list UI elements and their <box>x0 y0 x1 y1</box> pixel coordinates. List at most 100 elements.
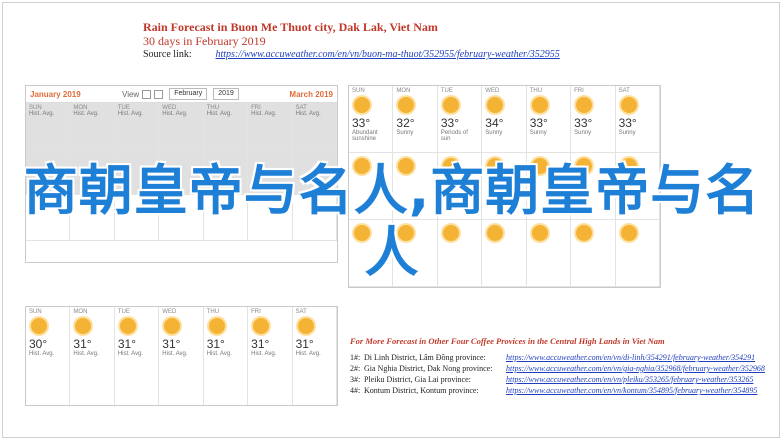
day-cell[interactable]: SUN 33° Abundant sunshine <box>349 86 394 153</box>
next-month-link[interactable]: March 2019 <box>289 90 333 99</box>
day-note: Hist. Avg. <box>295 351 321 357</box>
district-name: Pleiku District, Gia Lai province: <box>364 375 471 384</box>
day-cell[interactable]: THU 33° Sunny <box>526 86 572 153</box>
day-cell[interactable]: SUN Hist. Avg. <box>26 103 71 149</box>
calendar-panel-bottom-left: SUN 30° Hist. Avg. MON 31° Hist. Avg. TUE 31°… <box>25 306 338 406</box>
day-note: Abundant sunshine <box>352 130 378 142</box>
day-cell[interactable]: MON 32° Sunny <box>393 86 438 153</box>
day-cell[interactable]: TUE 31° Hist. Avg. <box>115 307 160 405</box>
forecast-link[interactable]: https://www.accuweather.com/en/vn/gia-ng… <box>506 363 765 374</box>
list-item: 2#: Gia Nghia District, Dak Nong provinc… <box>350 363 770 374</box>
sun-icon <box>487 97 504 113</box>
day-cell[interactable]: SAT 31° Hist. Avg. <box>293 307 337 405</box>
sun-icon <box>253 318 270 334</box>
forecast-link[interactable]: https://www.accuweather.com/en/vn/kontum… <box>506 385 757 396</box>
sun-icon <box>576 97 593 113</box>
day-cell[interactable]: WED 34° Sunny <box>482 86 527 153</box>
forecast-row-bottom: SUN 30° Hist. Avg. MON 31° Hist. Avg. TUE 31°… <box>26 307 337 405</box>
day-cell[interactable]: SUN 30° Hist. Avg. <box>26 307 71 405</box>
temperature: 33° <box>352 116 371 130</box>
month-select[interactable]: February <box>169 88 208 100</box>
forecast-link[interactable]: https://www.accuweather.com/en/vn/pleiku… <box>506 374 753 385</box>
source-link[interactable]: https://www.accuweather.com/en/vn/buon-m… <box>216 49 560 60</box>
forecast-link[interactable]: https://www.accuweather.com/en/vn/di-lin… <box>506 352 755 363</box>
calendar-toolbar: January 2019 View February 2019 March 20… <box>26 86 337 103</box>
source-label: Source link: <box>143 49 192 60</box>
more-forecast-title: For More Forecast in Other Four Coffee P… <box>350 336 665 346</box>
temperature: 31° <box>117 337 136 351</box>
day-note: Hist. Avg. <box>251 111 277 117</box>
calendar-grid-1: SUN Hist. Avg. MON Hist. Avg. TUE Hist. Avg… <box>26 103 337 149</box>
day-of-week: FRI <box>574 88 584 94</box>
day-note: Hist. Avg. <box>162 111 188 117</box>
page-title: Rain Forecast in Buon Me Thuot city, Dak… <box>143 20 438 34</box>
sun-icon <box>620 97 637 113</box>
day-note: Hist. Avg. <box>295 111 321 117</box>
item-number: 4#: <box>350 386 361 395</box>
temperature: 31° <box>206 337 225 351</box>
item-number: 3#: <box>350 375 361 384</box>
page-subtitle: 30 days in February 2019 <box>143 34 266 48</box>
day-cell[interactable]: TUE 33° Periods of sun <box>437 86 483 153</box>
temperature: 33° <box>618 116 637 130</box>
day-note: Periods of sun <box>440 130 468 142</box>
grid-view-icon[interactable] <box>154 89 164 99</box>
day-cell[interactable]: SAT 33° Sunny <box>615 86 660 153</box>
day-cell[interactable]: WED 31° Hist. Avg. <box>159 307 204 405</box>
district-name: Gia Nghia District, Dak Nong province: <box>364 364 493 373</box>
district-name: Kontum District, Kontum province: <box>364 386 479 395</box>
temperature: 31° <box>251 337 270 351</box>
day-note: Hist. Avg. <box>73 351 99 357</box>
day-cell[interactable]: FRI 33° Sunny <box>571 86 616 153</box>
day-note: Hist. Avg. <box>117 111 144 117</box>
day-cell[interactable]: SAT Hist. Avg. <box>292 103 337 149</box>
header: Rain Forecast in Buon Me Thuot city, Dak… <box>143 20 560 62</box>
day-of-week: WED <box>485 88 500 94</box>
temperature: 32° <box>396 116 415 130</box>
sun-icon <box>297 318 314 334</box>
temperature: 33° <box>529 116 548 130</box>
day-cell[interactable]: MON 31° Hist. Avg. <box>70 307 115 405</box>
day-cell[interactable]: THU 31° Hist. Avg. <box>204 307 249 405</box>
day-cell[interactable]: THU Hist. Avg. <box>203 103 249 149</box>
sun-icon <box>531 97 548 113</box>
day-cell[interactable]: FRI 31° Hist. Avg. <box>248 307 293 405</box>
day-cell[interactable]: MON Hist. Avg. <box>70 103 115 149</box>
day-cell[interactable]: TUE Hist. Avg. <box>114 103 160 149</box>
day-of-week: MON <box>73 309 88 315</box>
day-of-week: THU <box>529 88 543 94</box>
temperature: 31° <box>162 337 181 351</box>
day-of-week: SAT <box>295 309 307 315</box>
list-item: 3#: Pleiku District, Gia Lai province: h… <box>350 374 770 385</box>
sun-icon <box>354 97 370 113</box>
temperature: 33° <box>440 116 459 130</box>
prev-month-link[interactable]: January 2019 <box>30 90 116 99</box>
day-note: Hist. Avg. <box>117 351 144 357</box>
day-note: Hist. Avg. <box>206 351 232 357</box>
day-cell[interactable]: WED Hist. Avg. <box>159 103 204 149</box>
overlay-watermark-text: 商朝皇帝与名人,商朝皇帝与名人 <box>23 159 761 284</box>
sun-icon <box>208 318 225 334</box>
day-note: Hist. Avg. <box>29 111 55 117</box>
view-label: View <box>122 89 140 99</box>
district-name: Di Linh District, Lâm Đồng province: <box>364 353 486 362</box>
day-of-week: SAT <box>618 88 630 94</box>
day-note: Hist. Avg. <box>251 351 277 357</box>
day-of-week: WED <box>162 309 177 315</box>
item-number: 1#: <box>350 353 361 362</box>
item-number: 2#: <box>350 364 361 373</box>
day-of-week: TUE <box>117 309 130 315</box>
day-cell[interactable]: FRI Hist. Avg. <box>248 103 293 149</box>
more-forecast-section: For More Forecast in Other Four Coffee P… <box>350 336 770 396</box>
year-select[interactable]: 2019 <box>213 88 239 100</box>
day-of-week: MON <box>396 88 411 94</box>
sun-icon <box>119 318 136 334</box>
list-item: 1#: Di Linh District, Lâm Đồng province:… <box>350 352 770 363</box>
temperature: 31° <box>295 337 314 351</box>
day-of-week: SUN <box>352 88 365 94</box>
list-view-icon[interactable] <box>142 89 152 99</box>
temperature: 31° <box>73 337 92 351</box>
day-of-week: TUE <box>440 88 453 94</box>
list-item: 4#: Kontum District, Kontum province: ht… <box>350 385 770 396</box>
day-note: Sunny <box>485 130 503 136</box>
